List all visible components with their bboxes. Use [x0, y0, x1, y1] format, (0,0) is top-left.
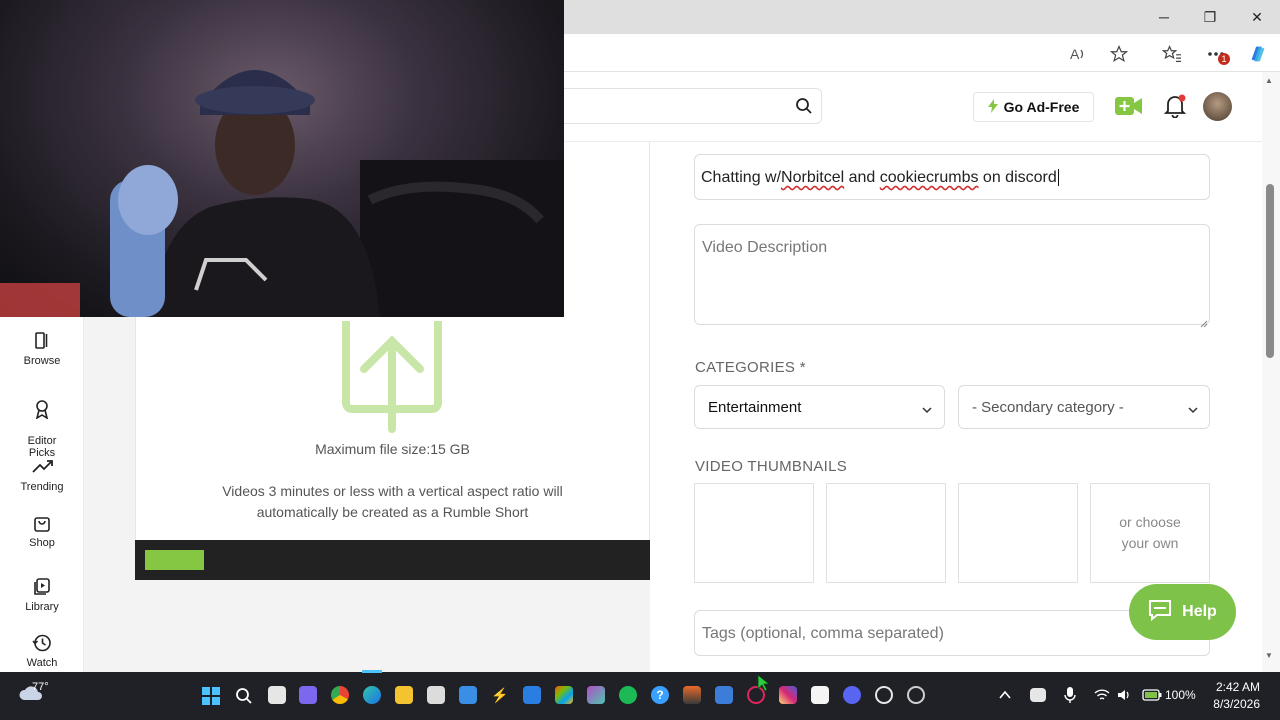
- video-title-input[interactable]: Chatting w/Norbitcel and cookiecrumbs on…: [694, 154, 1210, 200]
- taskbar-search-icon[interactable]: [235, 687, 253, 705]
- svg-text:A: A: [1070, 46, 1080, 62]
- award-ribbon-icon: [32, 399, 52, 420]
- library-icon: [32, 577, 52, 597]
- copilot-app-icon[interactable]: [587, 686, 605, 704]
- windows-taskbar: [0, 672, 1280, 720]
- windows-start-icon[interactable]: [202, 687, 220, 705]
- tray-chevron-up-icon[interactable]: [998, 688, 1012, 700]
- history-clock-icon: [32, 633, 52, 653]
- obs-icon[interactable]: [907, 686, 925, 704]
- volume-icon[interactable]: [1117, 688, 1131, 702]
- upload-progress-fill: [145, 550, 204, 570]
- max-file-size-text: Maximum file size:15 GB: [315, 441, 470, 457]
- chatgpt-icon[interactable]: [875, 686, 893, 704]
- sidebar-item-library[interactable]: Library: [0, 577, 84, 613]
- search-input[interactable]: [540, 88, 822, 124]
- sidebar-item-trending[interactable]: Trending: [0, 457, 84, 493]
- restore-button[interactable]: ❐: [1187, 0, 1233, 34]
- shopping-bag-icon: [32, 513, 52, 533]
- edge-icon[interactable]: [363, 686, 381, 704]
- scroll-down-icon[interactable]: ▼: [1265, 651, 1273, 660]
- read-aloud-icon[interactable]: A: [1068, 43, 1090, 65]
- choose-own-thumbnail[interactable]: or choose your own: [1090, 483, 1210, 583]
- help-app-icon[interactable]: ?: [651, 686, 669, 704]
- chrome-icon[interactable]: [331, 686, 349, 704]
- teams-icon[interactable]: [299, 686, 317, 704]
- notification-badge: 1: [1218, 53, 1230, 65]
- battery-percent: 100%: [1165, 688, 1196, 702]
- notifications-bell-icon[interactable]: [1163, 94, 1187, 119]
- thumbnail-option[interactable]: [694, 483, 814, 583]
- spotify-icon[interactable]: [619, 686, 637, 704]
- upload-progress-bar: [135, 540, 650, 580]
- mail-icon[interactable]: [459, 686, 477, 704]
- video-thumbnails-label: VIDEO THUMBNAILS: [695, 458, 848, 475]
- secondary-category-select[interactable]: - Secondary category -: [958, 385, 1210, 429]
- browse-icon: [32, 331, 52, 351]
- task-view-icon[interactable]: [268, 686, 286, 704]
- battery-icon[interactable]: [1142, 688, 1162, 701]
- webcam-overlay: [0, 0, 564, 317]
- clock-date[interactable]: 8/3/2026: [1200, 697, 1260, 711]
- clock-time[interactable]: 2:42 AM: [1212, 680, 1260, 694]
- amazon-icon[interactable]: [811, 686, 829, 704]
- user-avatar[interactable]: [1203, 92, 1232, 121]
- help-button[interactable]: Help: [1129, 584, 1236, 640]
- close-window-button[interactable]: ✕: [1234, 0, 1280, 34]
- category-select[interactable]: Entertainment: [694, 385, 945, 429]
- upload-video-icon[interactable]: [1115, 95, 1143, 117]
- favorite-star-icon[interactable]: [1108, 43, 1130, 65]
- sidebar-item-editor-picks[interactable]: Editor Picks: [0, 387, 84, 459]
- minimize-button[interactable]: ─: [1141, 0, 1187, 34]
- office-icon[interactable]: [555, 686, 573, 704]
- trending-arrow-icon: [32, 457, 53, 477]
- search-icon[interactable]: [795, 97, 813, 115]
- go-adfree-label: Go Ad-Free: [1003, 99, 1080, 115]
- categories-label: CATEGORIES *: [695, 359, 806, 376]
- copilot-icon[interactable]: [1247, 43, 1269, 65]
- chevron-down-icon: [1188, 402, 1198, 414]
- thumbnail-option[interactable]: [958, 483, 1078, 583]
- scroll-up-icon[interactable]: ▲: [1265, 76, 1273, 85]
- onedrive-icon[interactable]: [1030, 688, 1046, 702]
- discord-icon[interactable]: [843, 686, 861, 704]
- sidebar-item-browse[interactable]: Browse: [0, 331, 84, 367]
- weather-temperature: 77°: [32, 681, 49, 693]
- dropbox-icon[interactable]: [523, 686, 541, 704]
- microphone-icon[interactable]: [1064, 686, 1076, 704]
- mouse-cursor-icon: [757, 674, 771, 692]
- game-app-icon[interactable]: [683, 686, 701, 704]
- lightning-icon: [987, 98, 998, 116]
- wifi-icon[interactable]: [1094, 688, 1110, 702]
- text-cursor: [1057, 169, 1059, 186]
- upload-arrow-icon[interactable]: [342, 317, 442, 433]
- chat-bubble-icon: [1148, 599, 1172, 626]
- sidebar-item-watch[interactable]: Watch: [0, 633, 84, 669]
- store-icon[interactable]: [427, 686, 445, 704]
- bolt-app-icon[interactable]: ⚡: [491, 686, 509, 704]
- file-explorer-icon[interactable]: [395, 686, 413, 704]
- instagram-icon[interactable]: [779, 686, 797, 704]
- favorites-icon[interactable]: [1161, 43, 1183, 65]
- page-scrollbar[interactable]: [1262, 72, 1280, 672]
- rumble-short-note: Videos 3 minutes or less with a vertical…: [222, 483, 563, 520]
- go-adfree-button[interactable]: Go Ad-Free: [973, 92, 1094, 122]
- sidebar-item-shop[interactable]: Shop: [0, 513, 84, 549]
- video-description-textarea[interactable]: Video Description: [694, 224, 1210, 325]
- thumbnail-option[interactable]: [826, 483, 946, 583]
- resize-handle-icon[interactable]: [1200, 315, 1208, 328]
- scrollbar-thumb[interactable]: [1266, 184, 1274, 358]
- active-app-indicator: [362, 670, 382, 673]
- app-icon[interactable]: [715, 686, 733, 704]
- chevron-down-icon: [922, 402, 932, 414]
